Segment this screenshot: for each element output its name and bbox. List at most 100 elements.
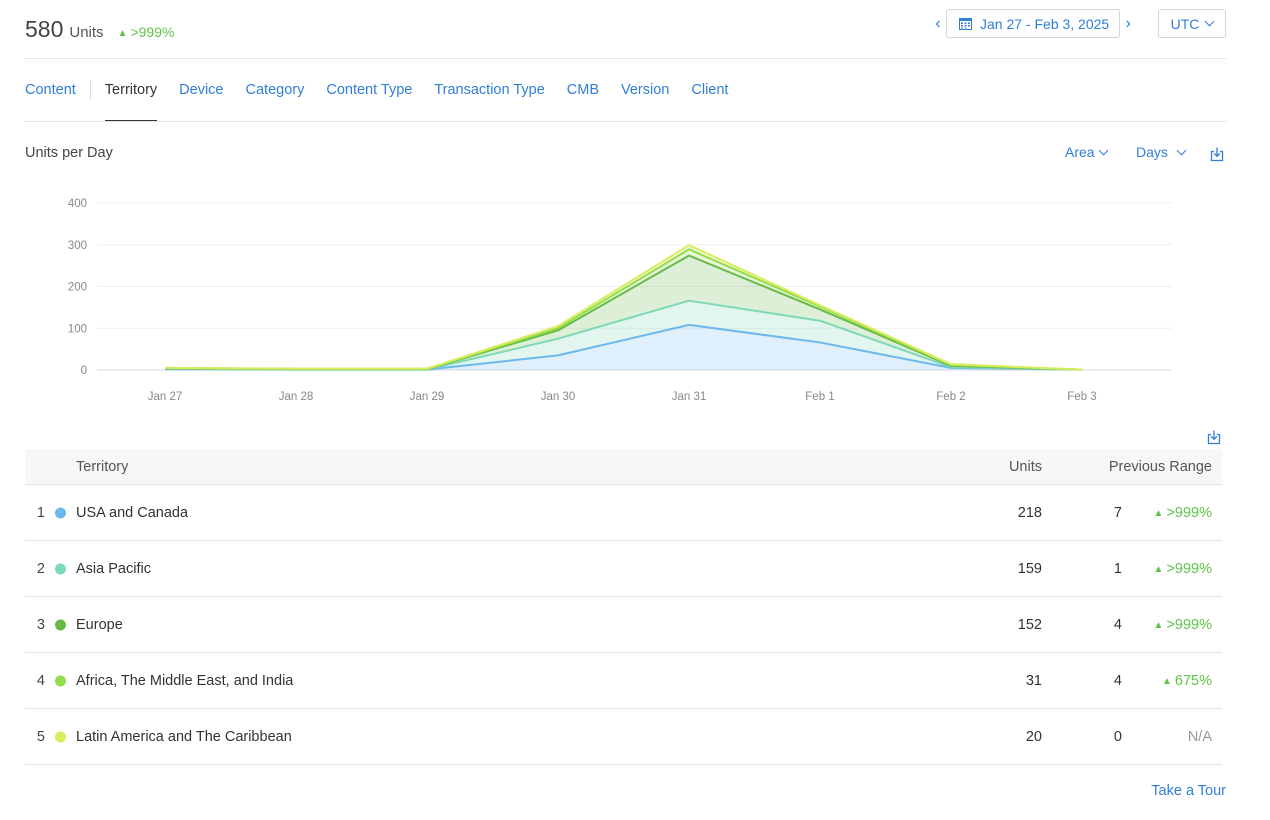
series-color-dot (55, 507, 66, 518)
units-value: 152 (1017, 616, 1042, 633)
tab-label: Category (245, 82, 305, 98)
change-value: ▲ >999% (1154, 617, 1212, 633)
series-color-dot (55, 731, 66, 742)
interval-dropdown[interactable]: Days (1136, 144, 1187, 160)
total-units-value: 580 (25, 16, 64, 42)
tab-transaction-type[interactable]: Transaction Type (434, 59, 544, 121)
units-label: Units (69, 24, 104, 41)
change-text: 675% (1174, 672, 1212, 689)
change-value: ▲ >999% (1154, 561, 1212, 577)
tab-device[interactable]: Device (179, 59, 223, 121)
territory-name: Europe (76, 616, 123, 633)
y-tick-label: 100 (68, 323, 87, 335)
next-period-chevron-icon[interactable]: › (1120, 10, 1136, 38)
tab-content-type[interactable]: Content Type (326, 59, 412, 121)
tab-label: Version (621, 82, 670, 98)
tab-category[interactable]: Category (246, 59, 305, 121)
table-row[interactable]: 1 USA and Canada 218 7 ▲ >999% (25, 485, 1222, 541)
timezone-dropdown[interactable]: UTC (1158, 9, 1226, 38)
change-value: N/A (1188, 729, 1212, 745)
column-header-units[interactable]: Units (1009, 459, 1042, 475)
units-value: 31 (1025, 672, 1042, 689)
x-tick-label: Jan 31 (672, 391, 707, 403)
y-tick-label: 400 (68, 198, 87, 210)
divider (25, 121, 1226, 122)
series-color-dot (55, 675, 66, 686)
units-value: 159 (1017, 560, 1042, 577)
table-row[interactable]: 5 Latin America and The Caribbean 20 0 N/A (25, 709, 1222, 765)
territory-name: Africa, The Middle East, and India (76, 672, 294, 689)
chart-type-value: Area (1065, 144, 1095, 160)
timezone-value: UTC (1170, 15, 1200, 32)
download-table-icon[interactable] (1206, 429, 1222, 445)
previous-period-chevron-icon[interactable]: ‹ (930, 10, 946, 38)
x-tick-label: Jan 30 (541, 391, 576, 403)
change-text: >999% (1166, 504, 1212, 521)
total-change-value: >999% (130, 24, 175, 40)
tab-label: CMB (566, 82, 599, 98)
chevron-down-icon (1176, 145, 1187, 155)
tab-client[interactable]: Client (691, 59, 728, 121)
row-rank: 3 (36, 616, 45, 633)
interval-value: Days (1136, 144, 1168, 160)
table-row[interactable]: 3 Europe 152 4 ▲ >999% (25, 597, 1222, 653)
units-area-chart: 0 100 200 300 400 Jan 27 Jan 28 Jan 29 Jan 30 Jan… (0, 185, 1270, 415)
chevron-down-icon (1098, 145, 1109, 155)
date-navigator: ‹ Jan 27 - Feb 3, 2025 › (930, 9, 1136, 38)
series-color-dot (55, 563, 66, 574)
change-value: ▲ 675% (1162, 673, 1212, 689)
tab-content[interactable]: Content (25, 59, 76, 121)
row-rank: 5 (36, 728, 45, 745)
previous-range-value: 1 (1113, 560, 1122, 577)
download-chart-icon[interactable] (1209, 146, 1225, 162)
chart-canvas: 0 100 200 300 400 Jan 27 Jan 28 Jan 29 Jan 30 Jan… (68, 198, 1172, 403)
date-range-picker[interactable]: Jan 27 - Feb 3, 2025 (946, 9, 1121, 38)
previous-range-value: 0 (1113, 728, 1122, 745)
tab-territory[interactable]: Territory (104, 59, 158, 121)
tab-label: Territory (104, 82, 158, 98)
up-triangle-icon: ▲ (1153, 507, 1164, 519)
table-header-row: Territory Units Previous Range (25, 449, 1222, 485)
y-tick-label: 0 (81, 365, 87, 377)
summary-header: 580 Units ▲ >999% (25, 16, 174, 43)
tab-separator (89, 80, 91, 100)
column-header-previous-range[interactable]: Previous Range (1109, 459, 1212, 475)
calendar-icon (959, 18, 972, 30)
territory-name: Asia Pacific (76, 560, 151, 577)
x-tick-label: Jan 28 (279, 391, 314, 403)
tab-label: Content Type (326, 82, 413, 98)
units-value: 20 (1025, 728, 1042, 745)
up-triangle-icon: ▲ (1153, 563, 1164, 575)
table-row[interactable]: 2 Asia Pacific 159 1 ▲ >999% (25, 541, 1222, 597)
tab-label: Content (25, 82, 76, 98)
row-rank: 4 (36, 672, 45, 689)
tab-label: Device (179, 82, 224, 98)
series-color-dot (55, 619, 66, 630)
change-text: N/A (1187, 728, 1212, 745)
units-value: 218 (1017, 504, 1042, 521)
chevron-down-icon (1204, 16, 1215, 27)
territory-name: USA and Canada (76, 504, 189, 521)
tab-label: Client (691, 82, 729, 98)
tab-label: Transaction Type (434, 82, 545, 98)
x-tick-label: Jan 29 (410, 391, 445, 403)
change-text: >999% (1166, 616, 1212, 633)
chart-title: Units per Day (25, 145, 113, 161)
total-change-badge: ▲ >999% (118, 24, 175, 40)
date-range-text: Jan 27 - Feb 3, 2025 (980, 15, 1110, 32)
tab-cmb[interactable]: CMB (567, 59, 599, 121)
column-header-territory[interactable]: Territory (76, 459, 128, 475)
change-text: >999% (1166, 560, 1212, 577)
take-a-tour-link[interactable]: Take a Tour (1151, 783, 1226, 799)
previous-range-value: 4 (1113, 672, 1122, 689)
table-row[interactable]: 4 Africa, The Middle East, and India 31 4 ▲ 6… (25, 653, 1222, 709)
change-value: ▲ >999% (1154, 505, 1212, 521)
chart-type-dropdown[interactable]: Area (1065, 144, 1109, 160)
previous-range-value: 7 (1113, 504, 1122, 521)
territory-name: Latin America and The Caribbean (76, 728, 292, 745)
x-tick-label: Feb 1 (805, 391, 834, 403)
row-rank: 2 (36, 560, 45, 577)
y-tick-label: 200 (68, 282, 87, 294)
table-body: 1 USA and Canada 218 7 ▲ >999% 2 Asia Pacific 15… (25, 485, 1222, 765)
tab-version[interactable]: Version (621, 59, 669, 121)
